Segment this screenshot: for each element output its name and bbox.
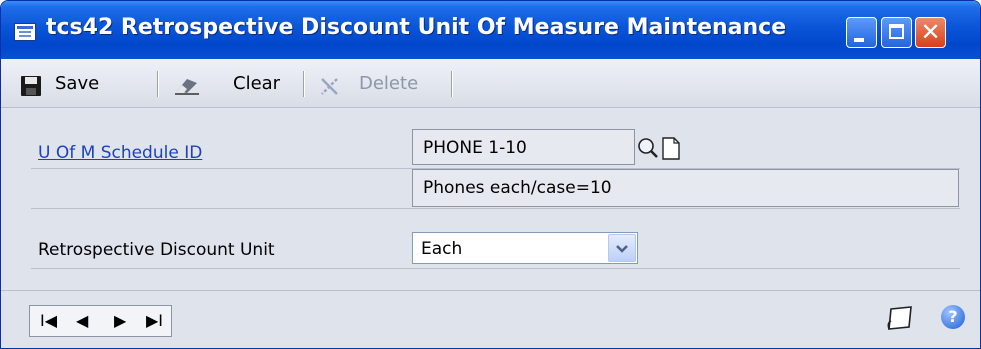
schedule-id-link[interactable]: U Of M Schedule ID <box>38 143 202 163</box>
schedule-description-field: Phones each/case=10 <box>412 169 959 207</box>
save-button[interactable]: Save <box>55 59 99 107</box>
save-icon[interactable] <box>21 76 41 96</box>
close-button[interactable]: ✕ <box>915 17 946 48</box>
window-title: tcs42 Retrospective Discount Unit Of Mea… <box>46 15 787 40</box>
discount-unit-select[interactable]: Each <box>412 232 638 264</box>
note-icon[interactable] <box>885 305 915 331</box>
toolbar-separator <box>303 71 305 97</box>
window-icon <box>14 23 36 41</box>
clear-button[interactable]: Clear <box>233 59 280 107</box>
help-icon[interactable]: ? <box>941 305 965 329</box>
toolbar-separator <box>451 71 453 97</box>
title-bar[interactable]: tcs42 Retrospective Discount Unit Of Mea… <box>1 1 980 59</box>
close-icon: ✕ <box>920 18 941 46</box>
new-document-icon[interactable] <box>661 137 681 160</box>
schedule-id-value: PHONE 1-10 <box>423 138 527 158</box>
toolbar: Save Clear Delete <box>1 59 980 108</box>
maintenance-window: tcs42 Retrospective Discount Unit Of Mea… <box>0 0 981 349</box>
chevron-down-icon <box>616 245 628 253</box>
status-bar: I◀ ◀ ▶ ▶I ? <box>1 290 980 348</box>
schedule-description-value: Phones each/case=10 <box>423 178 612 198</box>
save-label: Save <box>55 72 100 94</box>
maximize-button[interactable] <box>881 17 912 48</box>
next-record-icon[interactable]: ▶ <box>114 311 126 330</box>
delete-button: Delete <box>359 59 418 107</box>
first-record-icon[interactable]: I◀ <box>40 311 57 330</box>
eraser-icon[interactable] <box>173 75 201 95</box>
schedule-id-field[interactable]: PHONE 1-10 <box>412 129 635 165</box>
delete-icon <box>321 78 338 95</box>
discount-unit-label: Retrospective Discount Unit <box>38 240 275 260</box>
lookup-icon[interactable] <box>637 137 659 159</box>
delete-label: Delete <box>359 72 419 94</box>
clear-label: Clear <box>233 72 281 94</box>
previous-record-icon[interactable]: ◀ <box>76 311 88 330</box>
record-navigator: I◀ ◀ ▶ ▶I <box>29 305 172 337</box>
toolbar-separator <box>157 71 159 97</box>
dropdown-button[interactable] <box>608 234 636 262</box>
last-record-icon[interactable]: ▶I <box>146 311 163 330</box>
row-divider <box>31 208 960 209</box>
minimize-button[interactable] <box>846 17 877 48</box>
row-divider <box>31 268 960 269</box>
discount-unit-value: Each <box>421 239 463 259</box>
